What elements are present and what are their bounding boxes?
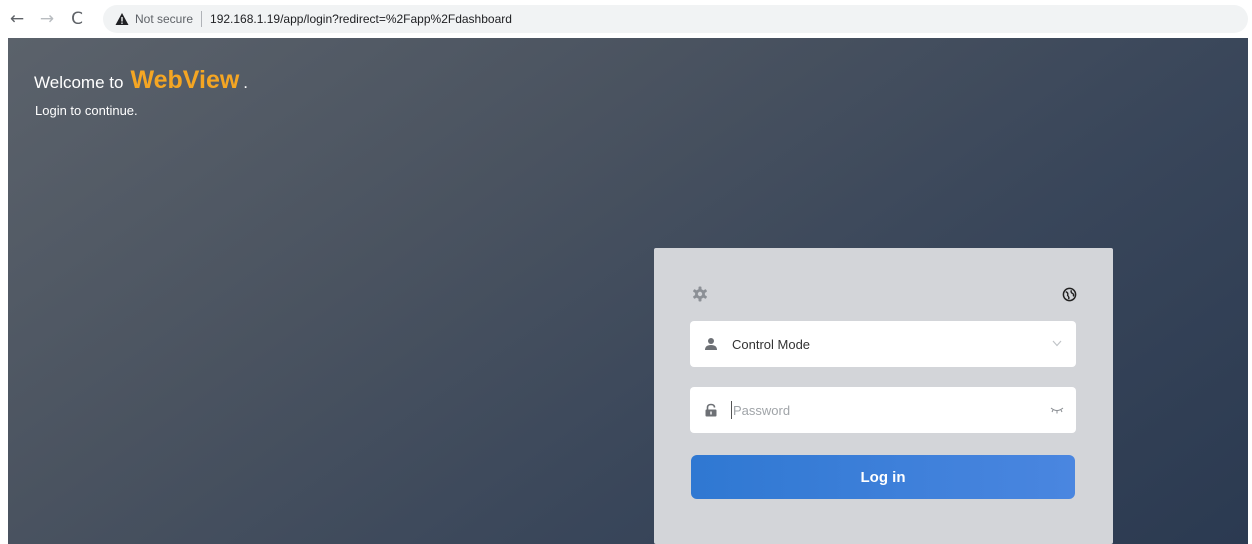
- password-input[interactable]: [731, 401, 1035, 419]
- back-button[interactable]: ←: [4, 6, 30, 32]
- login-button[interactable]: Log in: [691, 455, 1075, 499]
- address-divider: [201, 11, 203, 27]
- globe-icon[interactable]: [1062, 287, 1077, 302]
- welcome-prefix: Welcome to: [34, 73, 124, 92]
- reload-button[interactable]: C: [64, 6, 90, 32]
- settings-icon[interactable]: [692, 286, 708, 302]
- lock-icon: [705, 403, 717, 417]
- eye-closed-icon[interactable]: [1050, 406, 1064, 414]
- address-bar[interactable]: Not secure 192.168.1.19/app/login?redire…: [103, 5, 1248, 33]
- welcome-heading: Welcome to WebView .: [34, 66, 248, 95]
- forward-button[interactable]: →: [34, 6, 60, 32]
- control-mode-select[interactable]: Control Mode: [690, 321, 1076, 367]
- security-status[interactable]: Not secure: [135, 12, 193, 26]
- user-icon: [705, 338, 717, 350]
- browser-toolbar: ← → C Not secure 192.168.1.19/app/login?…: [0, 0, 1252, 38]
- brand-name: WebView: [130, 66, 240, 94]
- login-panel: Control Mode Log in: [654, 248, 1113, 544]
- url-text[interactable]: 192.168.1.19/app/login?redirect=%2Fapp%2…: [210, 12, 512, 26]
- password-field[interactable]: [690, 387, 1076, 433]
- welcome-suffix: .: [243, 73, 249, 92]
- welcome-subtitle: Login to continue.: [35, 103, 138, 118]
- control-mode-value: Control Mode: [732, 336, 811, 352]
- login-page: Welcome to WebView . Login to continue. …: [8, 38, 1248, 544]
- chevron-down-icon: [1052, 340, 1062, 347]
- warning-icon[interactable]: [115, 12, 129, 26]
